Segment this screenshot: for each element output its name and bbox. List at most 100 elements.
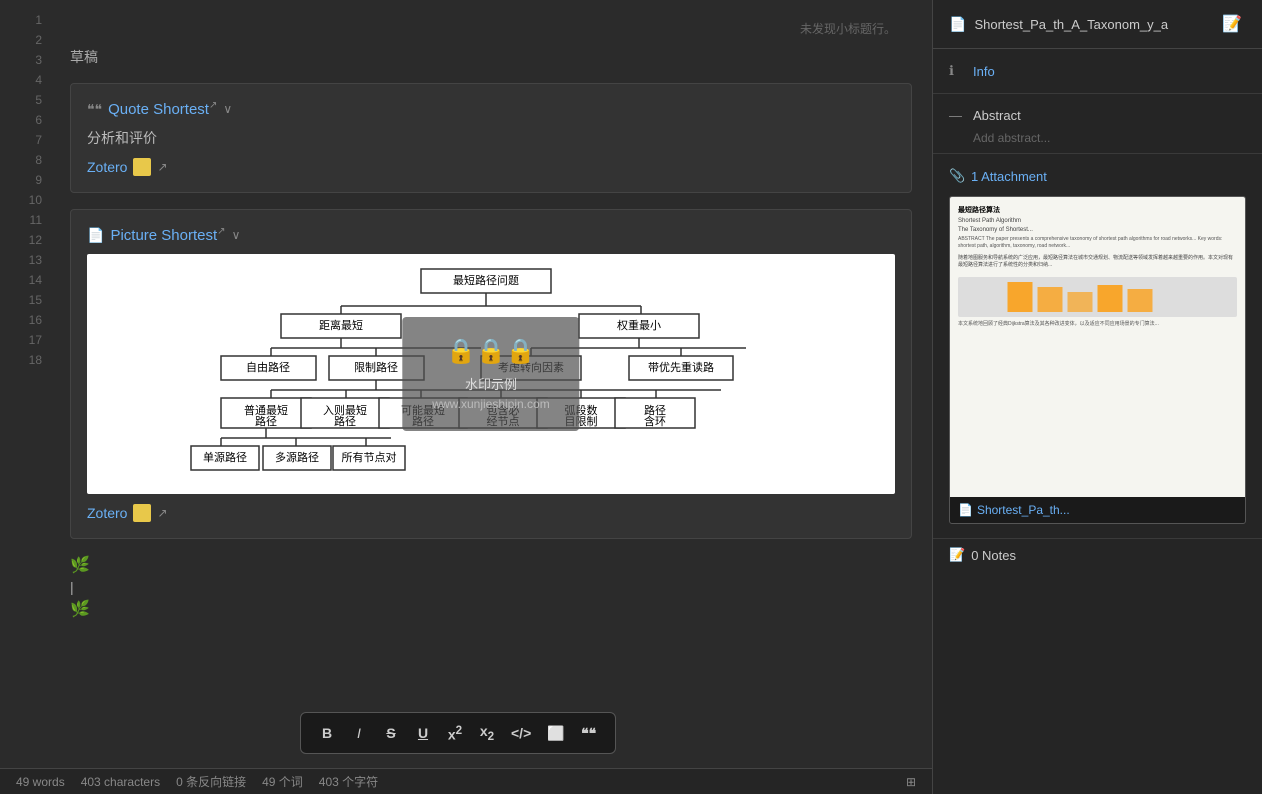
- quote-block: ❝❝ Quote Shortest↗ ∨ 分析和评价 Zotero ↗: [70, 83, 912, 193]
- svg-text:弧段数: 弧段数: [565, 403, 598, 417]
- svg-text:多源路径: 多源路径: [275, 450, 319, 464]
- editor-main: 未发现小标题行。 草稿 ❝❝ Quote Shortest↗ ∨ 分析和评价 Z…: [50, 0, 932, 794]
- svg-text:包含必: 包含必: [487, 403, 520, 417]
- no-heading-notice: 未发现小标题行。: [70, 10, 912, 47]
- svg-text:单源路径: 单源路径: [203, 450, 247, 464]
- abstract-label: Abstract: [973, 108, 1021, 123]
- svg-text:考虑转向因素: 考虑转向因素: [498, 360, 564, 374]
- tree-diagram-svg: 最短路径问题 距离最短 权重最小 自由路径: [97, 264, 885, 484]
- pdf-thumbnail[interactable]: 最短路径算法 Shortest Path Algorithm The Taxon…: [949, 196, 1246, 524]
- word-count: 49 words: [16, 775, 65, 789]
- cn-word-count: 49 个词: [262, 773, 303, 790]
- attachment-header: 📎 1 Attachment: [949, 162, 1246, 190]
- quote-block-subtitle: 分析和评价: [87, 128, 895, 148]
- picture-zotero-link-icon[interactable]: ↗: [157, 506, 167, 520]
- svg-text:可能最短: 可能最短: [401, 403, 445, 417]
- pdf-filename-text: Shortest_Pa_th...: [977, 503, 1070, 517]
- info-label: Info: [973, 64, 995, 79]
- zotero-link-icon[interactable]: ↗: [157, 160, 167, 174]
- cn-char-count: 403 个字符: [319, 773, 378, 790]
- picture-zotero-label[interactable]: Zotero: [87, 505, 127, 521]
- italic-button[interactable]: I: [345, 721, 373, 745]
- subscript-button[interactable]: x2: [473, 719, 501, 747]
- abstract-row[interactable]: — Abstract: [949, 102, 1246, 129]
- info-section: ℹ Info: [933, 49, 1262, 94]
- pdf-thumb-content: 最短路径算法 Shortest Path Algorithm The Taxon…: [950, 197, 1245, 497]
- cursor-emoji-1: 🌿: [70, 555, 90, 575]
- svg-text:经节点: 经节点: [487, 415, 520, 428]
- pdf-filename: 📄 Shortest_Pa_th...: [950, 497, 1245, 523]
- svg-text:所有节点对: 所有节点对: [342, 450, 397, 464]
- editor-toolbar: B I S U x2 x2 </> ⬜ ❝❝: [300, 712, 616, 754]
- status-icon: ⊞: [906, 775, 916, 789]
- zotero-icon-yellow: [133, 158, 151, 176]
- svg-text:含环: 含环: [644, 414, 666, 428]
- pdf-chart: [958, 277, 1237, 317]
- info-icon: ℹ: [949, 63, 965, 79]
- quote-block-header: ❝❝ Quote Shortest↗ ∨: [87, 100, 895, 118]
- quote-zotero-label[interactable]: Zotero: [87, 159, 127, 175]
- pdf-file-icon: 📄: [958, 503, 973, 517]
- underline-button[interactable]: U: [409, 721, 437, 745]
- svg-text:路径: 路径: [255, 415, 277, 428]
- attachment-icon: 📎: [949, 168, 965, 184]
- code-button[interactable]: </>: [505, 721, 537, 745]
- abstract-icon: —: [949, 108, 965, 123]
- quote-block-title[interactable]: Quote Shortest↗: [108, 100, 217, 118]
- abstract-section: — Abstract Add abstract...: [933, 94, 1262, 154]
- box-button[interactable]: ⬜: [541, 721, 570, 746]
- svg-text:入则最短: 入则最短: [323, 403, 367, 417]
- svg-text:限制路径: 限制路径: [354, 361, 398, 374]
- svg-text:权重最小: 权重最小: [617, 318, 661, 332]
- quote-zotero-ref: Zotero ↗: [87, 158, 895, 176]
- status-bar: 49 words 403 characters 0 条反向链接 49 个词 40…: [0, 768, 932, 794]
- info-row[interactable]: ℹ Info: [949, 57, 1246, 85]
- right-panel-header: 📄 Shortest_Pa_th_A_Taxonom_y_a 📝: [933, 0, 1262, 49]
- strikethrough-button[interactable]: S: [377, 721, 405, 745]
- bold-button[interactable]: B: [313, 721, 341, 745]
- picture-zotero-ref: Zotero ↗: [87, 504, 895, 522]
- pdf-footer-text: 本文系统地回顾了经典Dijkstra算法及其各种改进变体，以及适应不同应用场景的…: [958, 321, 1237, 328]
- picture-zotero-icon-yellow: [133, 504, 151, 522]
- svg-text:路径: 路径: [334, 415, 356, 428]
- cursor-emoji-row-3: 🌿: [70, 599, 912, 619]
- picture-block-title[interactable]: Picture Shortest↗: [110, 226, 225, 244]
- pdf-body-detail: 随着地图服务和导航系统的广泛应用，最短路径算法在城市交通规划、物流配送等领域发挥…: [958, 255, 1237, 269]
- picture-block-header: 📄 Picture Shortest↗ ∨: [87, 226, 895, 244]
- pdf-taxonomy: The Taxonomy of Shortest...: [958, 227, 1237, 233]
- svg-text:最短路径问题: 最短路径问题: [453, 273, 519, 287]
- picture-block-icon: 📄: [87, 227, 104, 244]
- char-count: 403 characters: [81, 775, 160, 789]
- attachment-count: 1 Attachment: [971, 169, 1047, 184]
- svg-text:路径: 路径: [412, 415, 434, 428]
- abstract-placeholder[interactable]: Add abstract...: [949, 131, 1246, 145]
- notes-label: 0 Notes: [971, 548, 1016, 563]
- notes-row[interactable]: 📝 0 Notes: [933, 538, 1262, 571]
- pdf-title: 最短路径算法: [958, 205, 1237, 215]
- quote-toolbar-button[interactable]: ❝❝: [575, 721, 603, 746]
- picture-block: 📄 Picture Shortest↗ ∨ 最短路径问题 距离最短: [70, 209, 912, 539]
- cursor-emoji-row-2: |: [70, 579, 912, 595]
- line-numbers: 1 2 3 4 5 6 7 8 9 10 11 12 13 14 15 16 1…: [0, 0, 50, 794]
- right-panel-note-icon[interactable]: 📝: [1218, 12, 1246, 36]
- cursor-emoji-3: 🌿: [70, 599, 90, 619]
- cursor-bar: |: [70, 579, 74, 595]
- svg-text:普通最短: 普通最短: [244, 403, 288, 417]
- backlinks-count: 0 条反向链接: [176, 773, 246, 790]
- superscript-button[interactable]: x2: [441, 720, 469, 747]
- svg-text:带优先重读路: 带优先重读路: [648, 360, 714, 374]
- notes-icon: 📝: [949, 547, 965, 563]
- svg-text:自由路径: 自由路径: [246, 360, 290, 374]
- quote-block-icon: ❝❝: [87, 101, 102, 118]
- svg-text:目限制: 目限制: [565, 415, 598, 428]
- attachment-section: 📎 1 Attachment 最短路径算法 Shortest Path Algo…: [933, 154, 1262, 538]
- file-icon: 📄: [949, 16, 966, 33]
- page-title: 草稿: [70, 47, 912, 67]
- pdf-body-text: ABSTRACT The paper presents a comprehens…: [958, 236, 1237, 249]
- tree-diagram-container: 最短路径问题 距离最短 权重最小 自由路径: [87, 254, 895, 494]
- right-panel-title: Shortest_Pa_th_A_Taxonom_y_a: [974, 17, 1210, 32]
- quote-block-chevron[interactable]: ∨: [223, 102, 232, 116]
- cursor-emoji-row-1: 🌿: [70, 555, 912, 575]
- svg-text:距离最短: 距离最短: [319, 318, 363, 332]
- picture-block-chevron[interactable]: ∨: [232, 228, 241, 242]
